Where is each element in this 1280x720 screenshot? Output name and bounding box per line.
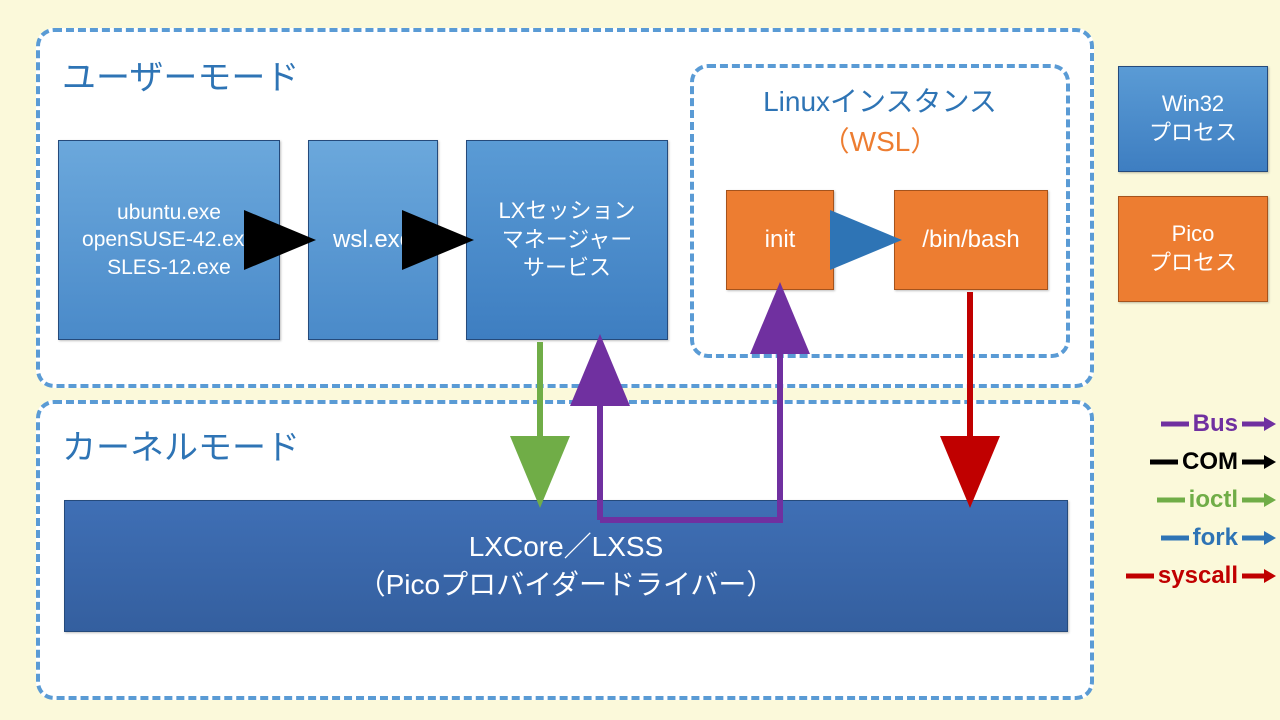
win32-box: Win32 プロセス — [1118, 66, 1268, 172]
kernel-mode-title: カーネルモード — [56, 420, 306, 469]
binbash-text: /bin/bash — [922, 226, 1019, 254]
legend: Bus COM ioctl fork syscall — [1101, 410, 1276, 590]
binbash-box: /bin/bash — [894, 190, 1048, 290]
win32-text: Win32 プロセス — [1149, 90, 1237, 147]
lxcore-l2: （Picoプロバイダードライバー） — [358, 569, 775, 600]
lxcore-l1: LXCore／LXSS — [469, 531, 664, 562]
init-text: init — [765, 226, 796, 254]
legend-syscall: syscall — [1101, 562, 1276, 590]
lxsession-text: LXセッション マネージャー サービス — [499, 197, 636, 283]
legend-fork: fork — [1101, 524, 1276, 552]
pico-text: Pico プロセス — [1149, 220, 1237, 277]
wsl-text: wsl.exe — [333, 226, 413, 254]
legend-bus: Bus — [1101, 410, 1276, 438]
linux-instance-title-l1: Linuxインスタンス — [763, 86, 997, 117]
user-mode-title: ユーザーモード — [56, 50, 305, 99]
legend-com: COM — [1101, 448, 1276, 476]
launchers-text: ubuntu.exe openSUSE-42.exe SLES-12.exe — [82, 199, 256, 281]
lxsession-box: LXセッション マネージャー サービス — [466, 140, 668, 340]
pico-box: Pico プロセス — [1118, 196, 1268, 302]
wsl-box: wsl.exe — [308, 140, 438, 340]
lxcore-text: LXCore／LXSS （Picoプロバイダードライバー） — [358, 528, 775, 604]
init-box: init — [726, 190, 834, 290]
launchers-box: ubuntu.exe openSUSE-42.exe SLES-12.exe — [58, 140, 280, 340]
legend-ioctl: ioctl — [1101, 486, 1276, 514]
linux-instance-title-l2: （WSL） — [822, 126, 939, 157]
lxcore-box: LXCore／LXSS （Picoプロバイダードライバー） — [64, 500, 1068, 632]
linux-instance-title: Linuxインスタンス （WSL） — [710, 80, 1050, 160]
